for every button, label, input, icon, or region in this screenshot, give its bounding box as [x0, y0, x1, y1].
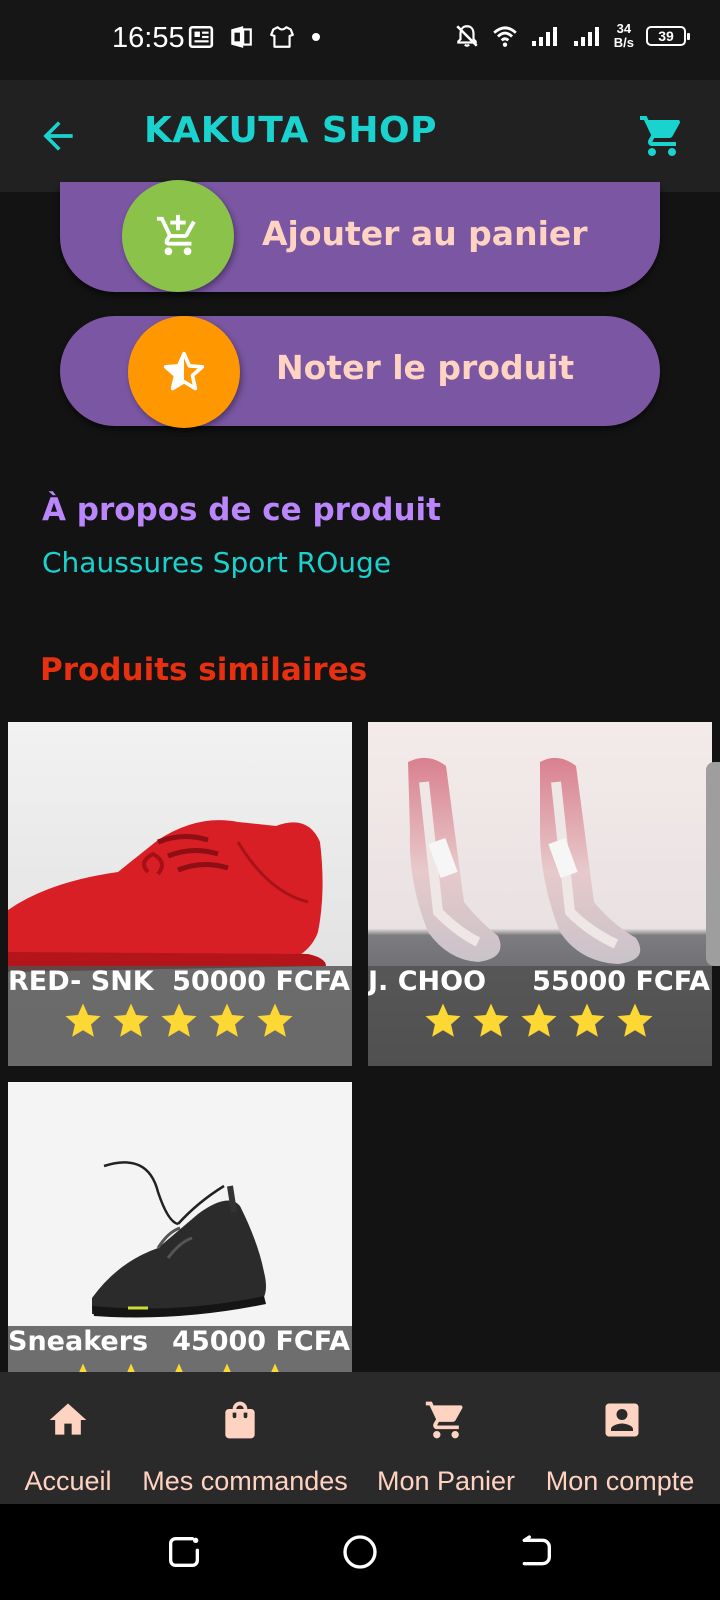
star-icon [521, 1003, 557, 1037]
star-icon [209, 1003, 245, 1037]
edge-panel-handle[interactable] [706, 762, 720, 966]
star-icon [425, 1003, 461, 1037]
bell-muted-icon [456, 25, 478, 47]
nav-label: Mon compte [545, 1466, 695, 1496]
product-price: 55000 FCFA [532, 966, 710, 997]
cart-icon [425, 1401, 463, 1439]
product-price: 50000 FCFA [172, 966, 350, 997]
rating-stars [62, 1000, 296, 1042]
wifi-icon [492, 26, 517, 47]
home-button-icon[interactable] [340, 1532, 380, 1572]
star-icon [257, 1003, 293, 1037]
rate-product-label: Noter le produit [276, 348, 575, 387]
nav-item-home[interactable]: Accueil [0, 1372, 136, 1504]
star-half-icon [163, 351, 205, 391]
rate-circle [128, 316, 240, 428]
recents-icon[interactable] [164, 1532, 204, 1572]
product-name: J. CHOO [368, 966, 487, 997]
app-title: KAKUTA SHOP [144, 110, 437, 151]
nav-label: Mes commandes [142, 1466, 348, 1496]
nav-item-account[interactable]: Mon compte [536, 1372, 708, 1504]
status-time: 16:55 [112, 22, 185, 54]
account-box-icon [605, 1403, 639, 1437]
add-to-cart-label: Ajouter au panier [262, 214, 588, 253]
app-bar: KAKUTA SHOP [0, 80, 720, 192]
similar-heading: Produits similaires [40, 652, 368, 688]
office-icon [231, 26, 252, 48]
rate-product-button[interactable]: Noter le produit [60, 316, 660, 428]
star-icon [113, 1003, 149, 1037]
network-speed: 34 B/s [614, 22, 634, 50]
bottom-navigation: Accueil Mes commandes Mon Panier Mon com… [0, 1372, 720, 1504]
status-bar: 16:55 34 B/s 39 [0, 0, 720, 80]
product-name: RED- SNK [8, 966, 154, 997]
nav-item-orders[interactable]: Mes commandes [136, 1372, 354, 1504]
network-speed-unit: B/s [613, 35, 634, 50]
product-card[interactable]: RED- SNK 50000 FCFA [8, 722, 352, 1066]
nav-item-cart[interactable]: Mon Panier [364, 1372, 528, 1504]
system-navigation-bar [0, 1504, 720, 1600]
star-icon [65, 1003, 101, 1037]
star-icon [473, 1003, 509, 1037]
news-icon [188, 25, 214, 49]
notification-icons [188, 24, 322, 50]
system-status-icons: 34 B/s 39 [454, 22, 690, 50]
signal-icon-2 [573, 27, 599, 46]
shirt-icon [270, 26, 294, 48]
nav-label: Accueil [24, 1466, 112, 1496]
back-arrow-icon[interactable] [36, 114, 80, 158]
about-description: Chaussures Sport ROuge [42, 546, 392, 579]
cart-icon[interactable] [638, 112, 686, 160]
back-button-icon[interactable] [516, 1532, 556, 1572]
star-icon [617, 1003, 653, 1037]
network-speed-value: 34 [616, 21, 632, 36]
add-shopping-cart-icon [156, 214, 196, 256]
dot-icon [312, 33, 320, 41]
star-icon [161, 1003, 197, 1037]
product-name: Sneakers [8, 1326, 149, 1357]
shopping-bag-icon [225, 1401, 255, 1439]
battery-indicator: 39 [646, 26, 690, 46]
rating-stars [422, 1000, 656, 1042]
signal-icon [531, 27, 557, 46]
star-icon [569, 1003, 605, 1037]
about-heading: À propos de ce produit [42, 492, 441, 528]
add-to-cart-button[interactable]: Ajouter au panier [60, 180, 660, 292]
product-price: 45000 FCFA [172, 1326, 350, 1357]
product-card[interactable]: J. CHOO 55000 FCFA [368, 722, 712, 1066]
nav-label: Mon Panier [376, 1466, 516, 1496]
add-cart-circle [122, 180, 234, 292]
home-icon [49, 1403, 87, 1435]
